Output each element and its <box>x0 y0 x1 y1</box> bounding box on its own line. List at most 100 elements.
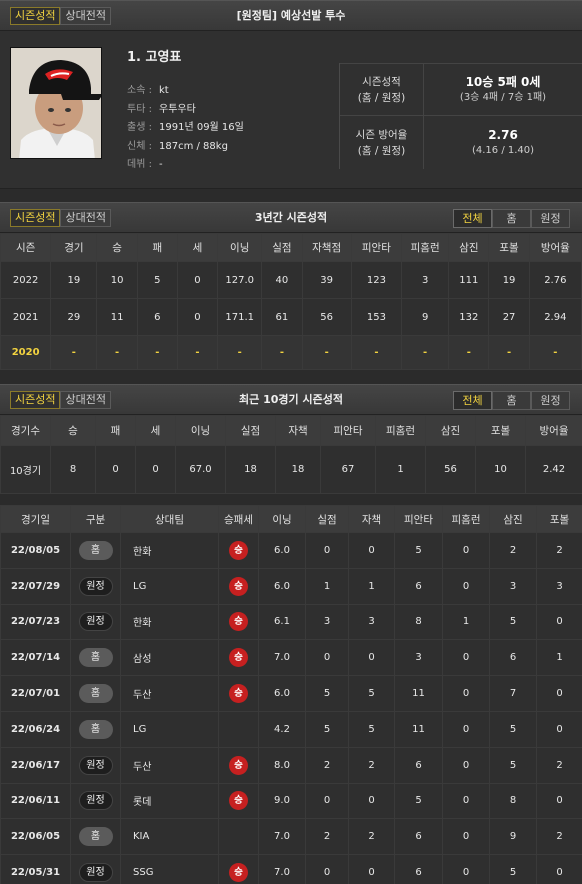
game-cell: 원정 <box>70 567 121 605</box>
recent-summary-table: 경기수 승 패 세 이닝 실점 자책 피안타 피홈런 삼진 포볼 방어율 10경기 8 0 0 67.0 18 1… <box>0 415 582 494</box>
game-cell: 6 <box>394 854 443 884</box>
summary-cell: 10경기 <box>0 445 51 494</box>
column-header: 삼진 <box>448 233 490 262</box>
tab-head-to-head[interactable]: 상대전적 <box>60 391 111 409</box>
column-header: 자책 <box>348 505 395 533</box>
info-team: 소속 : kt <box>127 85 169 96</box>
three-year-table: 시즌 경기 승 패 세 이닝 실점 자책점 피안타 피홈런 삼진 포볼 방어율 2022 19 10 5 0 12… <box>0 233 582 370</box>
game-cell: 6 <box>489 639 537 677</box>
table-cell: 0 <box>176 298 219 336</box>
table-cell: 153 <box>350 298 403 336</box>
tab-season-stats[interactable]: 시즌성적 <box>10 209 61 227</box>
game-cell: 22/07/01 <box>0 675 71 712</box>
win-badge: 승 <box>229 648 248 668</box>
away-badge: 원정 <box>78 863 113 883</box>
filter-away[interactable]: 원정 <box>531 391 570 410</box>
table-cell: 9 <box>401 298 450 336</box>
game-cell: 0 <box>305 854 349 884</box>
home-badge: 홈 <box>78 684 113 704</box>
away-badge: 원정 <box>78 755 113 775</box>
player-photo <box>10 47 102 159</box>
info-handedness: 투타 : 우투우타 <box>127 103 196 115</box>
table-cell: 39 <box>301 261 352 299</box>
pitcher-profile-section: 시즌성적 상대전적 [원정팀] 예상선발 투수 1. 고영표 소속 : kt 투… <box>0 0 582 190</box>
game-cell: 한화 <box>120 532 219 569</box>
game-cell: 0 <box>536 710 582 748</box>
win-badge: 승 <box>229 576 248 596</box>
game-cell: 22/06/24 <box>0 710 71 748</box>
game-cell: LG <box>120 567 219 605</box>
game-row: 22/07/14 홈 삼성 승 7.0 0 0 3 0 6 1 <box>0 639 582 677</box>
filter-home[interactable]: 홈 <box>492 391 531 410</box>
game-cell: 두산 <box>120 746 219 784</box>
recent-games-section: 시즌성적 상대전적 최근 10경기 시즌성적 전체 홈 원정 경기수 승 패 세 이닝 실… <box>0 384 582 884</box>
game-cell <box>218 818 259 856</box>
filter-all[interactable]: 전체 <box>453 209 492 228</box>
table-cell: - <box>528 335 582 370</box>
game-cell: 22/06/17 <box>0 746 71 784</box>
game-cell: 2 <box>536 746 582 784</box>
game-cell: 6.0 <box>258 675 306 712</box>
game-cell: 0 <box>305 532 349 569</box>
game-cell: 0 <box>442 567 490 605</box>
summary-cell: 2.42 <box>525 445 582 494</box>
game-row: 22/06/05 홈 KIA 7.0 2 2 6 0 9 2 <box>0 818 582 856</box>
column-header: 실점 <box>225 415 276 446</box>
game-cell: 승 <box>218 567 259 605</box>
game-cell: 2 <box>536 532 582 569</box>
column-header: 구분 <box>70 505 121 533</box>
game-cell: 0 <box>442 746 490 784</box>
info-body: 신체 :187cm / 88kg <box>127 140 228 152</box>
game-cell: 승 <box>218 675 259 712</box>
game-cell: 롯데 <box>120 782 219 820</box>
table-cell: - <box>448 335 490 370</box>
table-cell: 2.76 <box>528 261 582 299</box>
game-cell: 6 <box>394 746 443 784</box>
game-cell: 5 <box>394 532 443 569</box>
table-cell: 2.94 <box>528 298 582 336</box>
game-cell: 5 <box>348 675 395 712</box>
game-cell: 승 <box>218 746 259 784</box>
game-cell: 3 <box>489 567 537 605</box>
filter-home[interactable]: 홈 <box>492 209 531 228</box>
filter-all[interactable]: 전체 <box>453 391 492 410</box>
table-cell: 123 <box>350 261 403 299</box>
game-cell: 3 <box>305 603 349 641</box>
win-badge: 승 <box>229 755 248 775</box>
game-cell: 22/06/05 <box>0 818 71 856</box>
filter-away[interactable]: 원정 <box>531 209 570 228</box>
column-header: 세 <box>135 415 176 446</box>
column-header: 피안타 <box>394 505 443 533</box>
game-cell: 5 <box>489 854 537 884</box>
column-header: 피안타 <box>350 233 403 262</box>
tab-season-stats[interactable]: 시즌성적 <box>10 7 61 25</box>
game-cell: 원정 <box>70 746 121 784</box>
table-cell: 6 <box>136 298 178 336</box>
game-cell: 2 <box>489 532 537 569</box>
game-cell: 8 <box>489 782 537 820</box>
table-cell: 29 <box>50 298 98 336</box>
game-cell: LG <box>120 710 219 748</box>
tab-head-to-head[interactable]: 상대전적 <box>60 7 111 25</box>
season-record-value: 10승 5패 0세 (3승 4패 / 7승 1패) <box>459 74 547 103</box>
game-row: 22/06/11 원정 롯데 승 9.0 0 0 5 0 8 0 <box>0 782 582 820</box>
game-cell: 0 <box>305 782 349 820</box>
game-cell: 3 <box>536 567 582 605</box>
tab-head-to-head[interactable]: 상대전적 <box>60 209 111 227</box>
game-cell: 0 <box>536 782 582 820</box>
tab-season-stats[interactable]: 시즌성적 <box>10 391 61 409</box>
game-cell: 22/07/14 <box>0 639 71 677</box>
game-cell: 0 <box>442 532 490 569</box>
game-cell: 22/05/31 <box>0 854 71 884</box>
game-cell: 8.0 <box>258 746 306 784</box>
table-cell: 11 <box>96 298 138 336</box>
game-cell: 22/07/23 <box>0 603 71 641</box>
summary-cell: 10 <box>475 445 526 494</box>
summary-cell: 67 <box>320 445 376 494</box>
column-header: 경기일 <box>0 505 71 533</box>
recent-header: 시즌성적 상대전적 최근 10경기 시즌성적 전체 홈 원정 <box>0 385 582 415</box>
game-cell: 1 <box>536 639 582 677</box>
home-badge: 홈 <box>78 540 113 560</box>
column-header: 패 <box>136 233 178 262</box>
game-cell: 2 <box>348 818 395 856</box>
